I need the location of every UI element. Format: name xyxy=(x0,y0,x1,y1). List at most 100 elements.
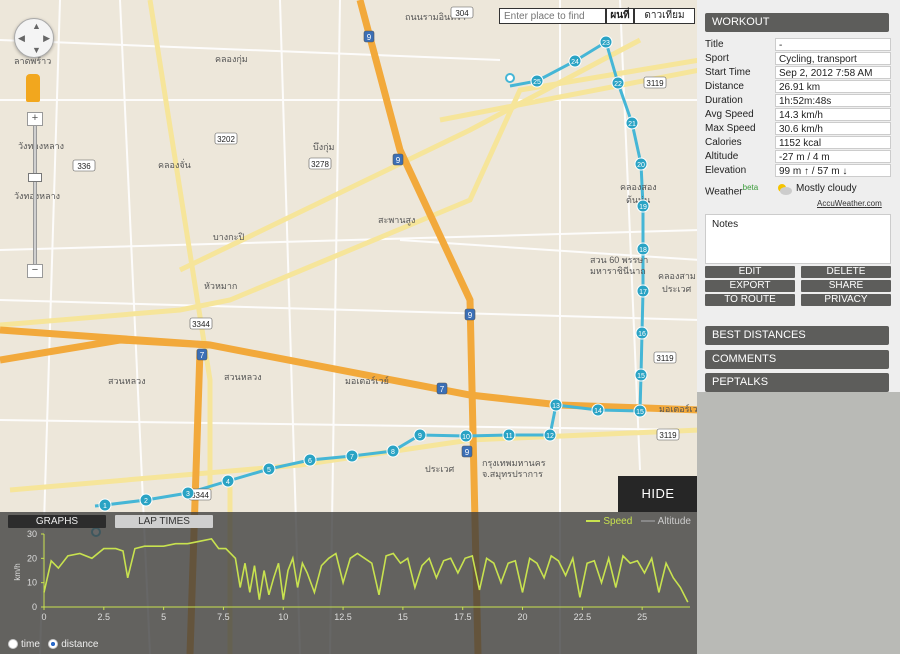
svg-text:9: 9 xyxy=(396,156,401,165)
zoom-slider-knob[interactable] xyxy=(28,173,42,182)
detail-value: 1152 kcal xyxy=(775,136,891,149)
route-km-marker[interactable]: 4 xyxy=(221,474,235,488)
edit-button[interactable]: EDIT xyxy=(705,266,795,278)
zoom-slider-track[interactable] xyxy=(33,120,37,270)
route-km-marker[interactable]: 20 xyxy=(634,157,648,171)
accuweather-link[interactable]: AccuWeather.com xyxy=(817,199,882,208)
detail-key: Title xyxy=(705,39,724,50)
comments-header[interactable]: COMMENTS xyxy=(705,350,889,369)
x-tick-label: 20 xyxy=(518,612,528,622)
svg-text:24: 24 xyxy=(571,59,579,66)
map-type-button[interactable]: ผนที่ xyxy=(606,8,634,24)
svg-text:9: 9 xyxy=(465,448,470,457)
map-search-input[interactable] xyxy=(499,8,606,24)
route-km-marker[interactable]: 5 xyxy=(262,462,276,476)
x-tick-label: 2.5 xyxy=(98,612,111,622)
export-button[interactable]: EXPORT xyxy=(705,280,795,292)
hide-graph-button[interactable]: HIDE xyxy=(618,476,698,512)
route-km-marker[interactable]: 18 xyxy=(636,242,650,256)
road-shield: 3119 xyxy=(656,428,680,441)
route-km-marker[interactable]: 21 xyxy=(625,116,639,130)
route-km-marker[interactable]: 25 xyxy=(530,74,544,88)
map-place-label: สวนหลวง xyxy=(224,372,262,382)
detail-value: 30.6 km/h xyxy=(775,122,891,135)
pan-down-icon[interactable]: ▼ xyxy=(32,45,41,55)
route-km-marker[interactable]: 13 xyxy=(549,398,563,412)
y-tick-label: 20 xyxy=(27,553,37,563)
route-km-marker[interactable]: 7 xyxy=(345,449,359,463)
map-place-label: คลองกุ่ม xyxy=(215,54,248,65)
route-km-marker[interactable]: 17 xyxy=(636,284,650,298)
map-place-label: มหาราชินีนาถ xyxy=(590,266,646,276)
radio-time[interactable] xyxy=(8,639,18,650)
route-km-marker[interactable]: 24 xyxy=(568,54,582,68)
detail-row: Distance 26.91 km xyxy=(705,80,891,94)
radio-distance[interactable] xyxy=(48,639,59,650)
route-km-marker[interactable]: 19 xyxy=(636,199,650,213)
svg-text:7: 7 xyxy=(440,385,445,394)
peptalks-header[interactable]: PEPTALKS xyxy=(705,373,889,392)
route-km-marker[interactable]: 22 xyxy=(611,76,625,90)
street-view-pegman-icon[interactable] xyxy=(26,74,40,102)
map-place-label: คลองจั่น xyxy=(158,158,191,170)
map-place-label: มอเตอร์เวย์ xyxy=(659,403,700,414)
svg-text:2: 2 xyxy=(144,498,148,505)
x-tick-label: 7.5 xyxy=(217,612,230,622)
pan-right-icon[interactable]: ▶ xyxy=(43,33,50,44)
pan-left-icon[interactable]: ◀ xyxy=(18,33,25,44)
route-km-marker[interactable]: 1 xyxy=(98,498,112,512)
route-km-marker[interactable]: 15 xyxy=(634,368,648,382)
route-km-marker[interactable]: 23 xyxy=(599,35,613,49)
road-shield: 3344 xyxy=(189,317,213,330)
route-km-marker[interactable]: 3 xyxy=(181,486,195,500)
svg-text:18: 18 xyxy=(639,247,647,254)
x-tick-label: 25 xyxy=(637,612,647,622)
x-tick-label: 22.5 xyxy=(574,612,592,622)
svg-text:22: 22 xyxy=(614,81,622,88)
route-km-marker[interactable]: 10 xyxy=(459,429,473,443)
route-km-marker[interactable]: 11 xyxy=(502,428,516,442)
zoom-out-button[interactable]: − xyxy=(27,264,43,278)
workout-details: Title - Sport Cycling, transport Start Time S… xyxy=(705,38,891,178)
x-tick-label: 10 xyxy=(278,612,288,622)
route-km-marker[interactable]: 8 xyxy=(386,444,400,458)
svg-text:9: 9 xyxy=(468,311,473,320)
route-km-marker[interactable]: 6 xyxy=(303,453,317,467)
privacy-button[interactable]: PRIVACY xyxy=(801,294,891,306)
svg-text:17: 17 xyxy=(639,289,647,296)
route-km-marker[interactable]: 2 xyxy=(139,493,153,507)
detail-key: Distance xyxy=(705,81,744,92)
route-km-marker[interactable]: 15 xyxy=(633,404,647,418)
svg-text:8: 8 xyxy=(391,449,395,456)
share-button[interactable]: SHARE xyxy=(801,280,891,292)
workout-header[interactable]: WORKOUT xyxy=(705,13,889,32)
road-shield: 3278 xyxy=(308,157,332,170)
svg-text:3: 3 xyxy=(186,491,190,498)
map-pan-control[interactable]: ▲ ▼ ◀ ▶ xyxy=(14,18,54,58)
pan-up-icon[interactable]: ▲ xyxy=(32,21,41,31)
detail-value: Sep 2, 2012 7:58 AM xyxy=(775,66,891,79)
map-place-label: ประเวศ xyxy=(662,284,692,294)
map-view[interactable]: ลาดพร้าว คลองกุ่ม วังทองหลาง คลองจั่น บึงกุ่… xyxy=(0,0,700,654)
svg-text:3344: 3344 xyxy=(192,320,210,329)
best-distances-header[interactable]: BEST DISTANCES xyxy=(705,326,889,345)
road-shield: 3119 xyxy=(653,351,677,364)
svg-text:7: 7 xyxy=(350,454,354,461)
route-km-marker[interactable]: 16 xyxy=(635,326,649,340)
route-km-marker[interactable]: 9 xyxy=(413,428,427,442)
to-route-button[interactable]: TO ROUTE xyxy=(705,294,795,306)
svg-text:3119: 3119 xyxy=(659,431,677,440)
map-place-label: บางกะปิ xyxy=(213,232,244,242)
detail-row: Altitude -27 m / 4 m xyxy=(705,150,891,164)
x-tick-label: 12.5 xyxy=(334,612,352,622)
road-shield: 9 xyxy=(392,153,404,166)
road-shield: 9 xyxy=(363,30,375,43)
zoom-in-button[interactable]: + xyxy=(27,112,43,126)
detail-key: Avg Speed xyxy=(705,109,754,120)
route-km-marker[interactable]: 12 xyxy=(543,428,557,442)
notes-box[interactable]: Notes xyxy=(705,214,891,264)
delete-button[interactable]: DELETE xyxy=(801,266,891,278)
svg-text:14: 14 xyxy=(594,408,602,415)
satellite-type-button[interactable]: ดาวเทียม xyxy=(634,8,695,24)
route-km-marker[interactable]: 14 xyxy=(591,403,605,417)
